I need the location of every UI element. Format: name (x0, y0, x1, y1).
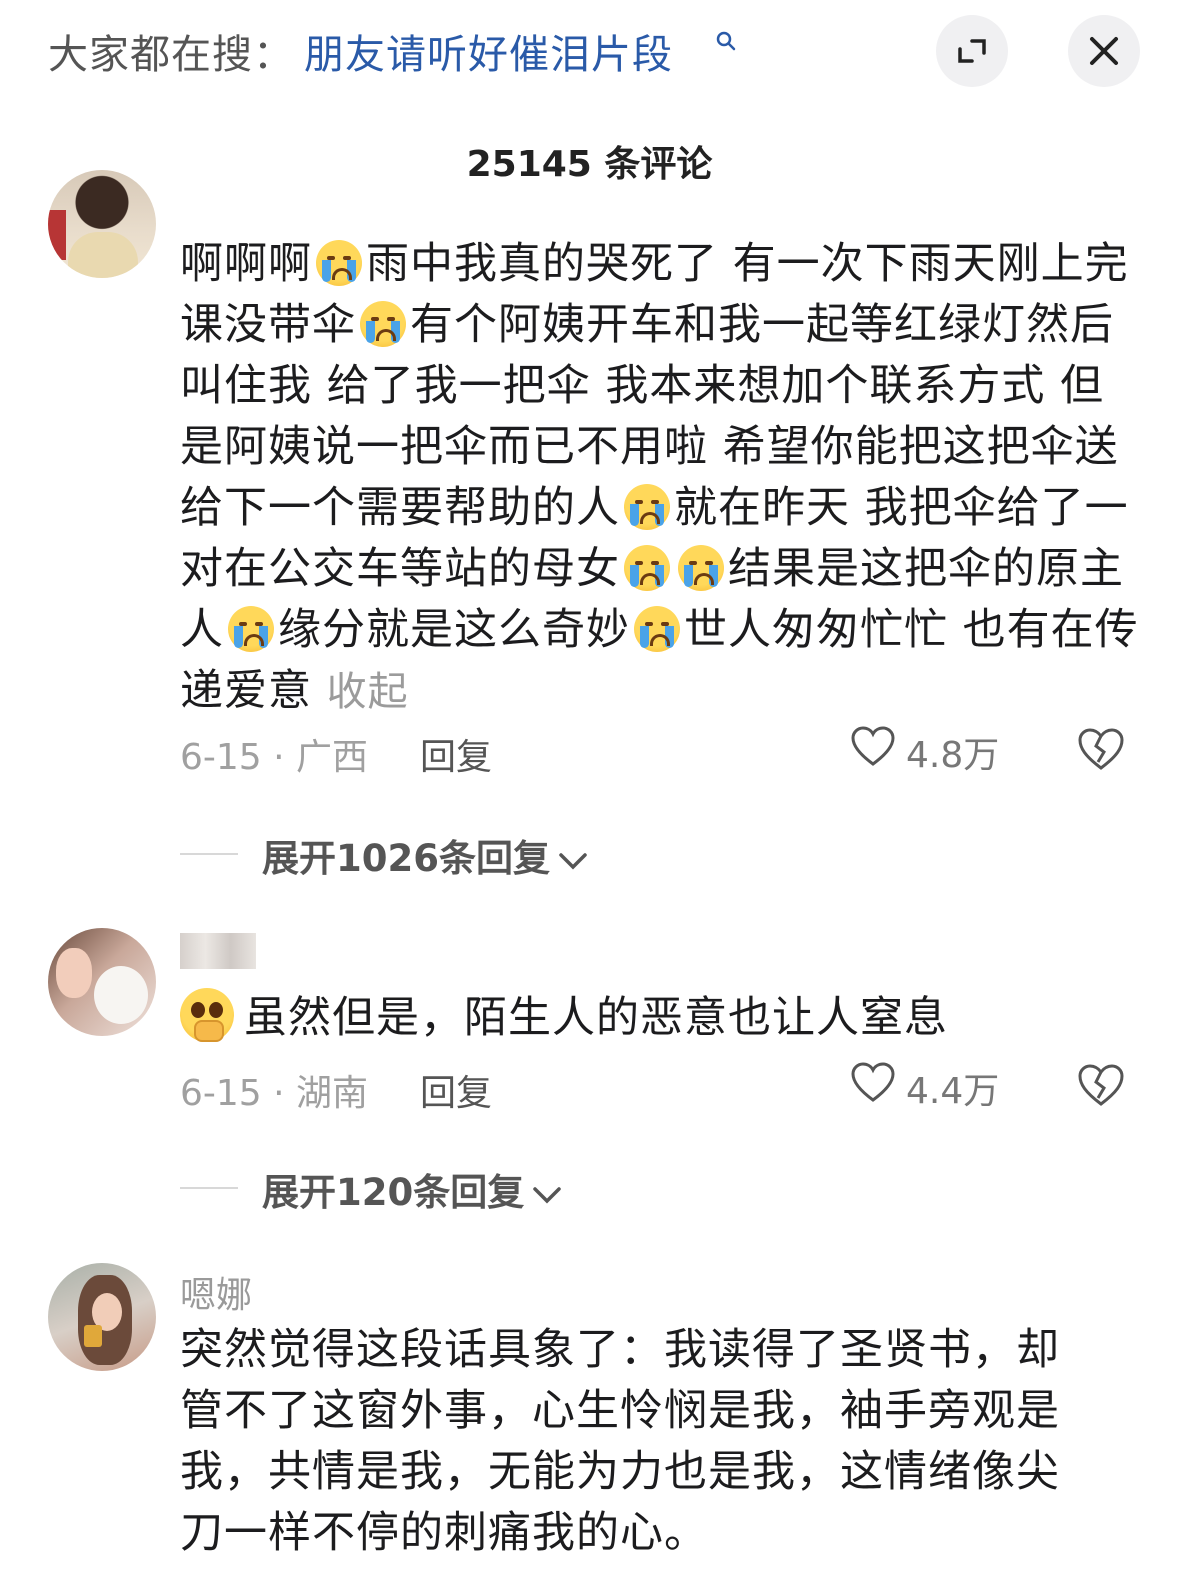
expand-icon (958, 39, 986, 63)
trending-search-link[interactable]: 朋友请听好催泪片段 (304, 22, 673, 80)
comment-text: 突然觉得这段话具象了：我读得了圣贤书，却管不了这窗外事，心生怜悯是我，袖手旁观是… (180, 1320, 1100, 1564)
avatar-detail (48, 210, 66, 260)
heart-icon (851, 1062, 895, 1102)
comment-text-segment: 缘分就是这么奇妙 (278, 605, 630, 655)
username[interactable]: 嗯娜 (180, 1266, 252, 1318)
chevron-down-icon (559, 852, 587, 869)
expand-replies-text: 展开120条回复 (262, 1171, 525, 1214)
avatar-detail (56, 948, 92, 998)
loudly-crying-face-icon (316, 240, 362, 286)
loudly-crying-face-icon (360, 301, 406, 347)
loudly-crying-face-icon (634, 606, 680, 652)
like-count: 4.8万 (906, 735, 1000, 776)
avatar[interactable] (48, 928, 156, 1036)
expand-replies-text: 展开1026条回复 (262, 837, 550, 880)
comment-text-segment: 啊啊啊 (180, 239, 312, 289)
broken-heart-icon[interactable] (1076, 1060, 1126, 1110)
comment-text-segment: 虽然但是，陌生人的恶意也让人窒息 (244, 993, 948, 1043)
loudly-crying-face-icon (624, 545, 670, 591)
comment-text: 啊啊啊 雨中我真的哭死了 有一次下雨天刚上完课没带伞 有个阿姨开车和我一起等红绿灯然… (180, 234, 1140, 723)
comment-count-title: 25145 条评论 (466, 144, 713, 185)
avatar[interactable] (48, 1263, 156, 1371)
username-blurred[interactable] (180, 933, 256, 969)
expand-replies-label: 展开1026条回复 (262, 828, 590, 882)
reply-button[interactable]: 回复 (420, 728, 492, 780)
close-button[interactable] (1068, 15, 1140, 87)
broken-heart-icon[interactable] (1076, 724, 1126, 774)
divider (180, 1187, 238, 1189)
comment-date-location: 6-15 · 湖南 (180, 1073, 369, 1114)
divider (180, 853, 238, 855)
comment-date-location: 6-15 · 广西 (180, 737, 369, 778)
reply-button[interactable]: 回复 (420, 1064, 492, 1116)
search-icon[interactable] (715, 30, 737, 52)
heart-icon (851, 726, 895, 766)
top-bar: 大家都在搜： 朋友请听好催泪片段 (0, 0, 1179, 100)
comment-text: 虽然但是，陌生人的恶意也让人窒息 (180, 988, 1140, 1049)
comment-text-segment: 突然觉得这段话具象了：我读得了圣贤书，却管不了这窗外事，心生怜悯是我，袖手旁观是… (180, 1325, 1060, 1558)
like-count: 4.4万 (906, 1071, 1000, 1112)
chevron-down-icon (533, 1186, 561, 1203)
loudly-crying-face-icon (678, 545, 724, 591)
trending-search-label: 大家都在搜： (48, 32, 294, 78)
avatar-detail (94, 966, 148, 1024)
loudly-crying-face-icon (228, 606, 274, 652)
avatar-detail (68, 232, 138, 278)
avatar[interactable] (48, 170, 156, 278)
expand-replies-label: 展开120条回复 (262, 1162, 564, 1216)
collapse-link[interactable]: 收起 (327, 669, 409, 715)
face-holding-back-tears-icon (180, 988, 234, 1042)
close-icon (1090, 37, 1118, 65)
loudly-crying-face-icon (624, 484, 670, 530)
avatar-detail (84, 1325, 102, 1347)
expand-button[interactable] (936, 15, 1008, 87)
